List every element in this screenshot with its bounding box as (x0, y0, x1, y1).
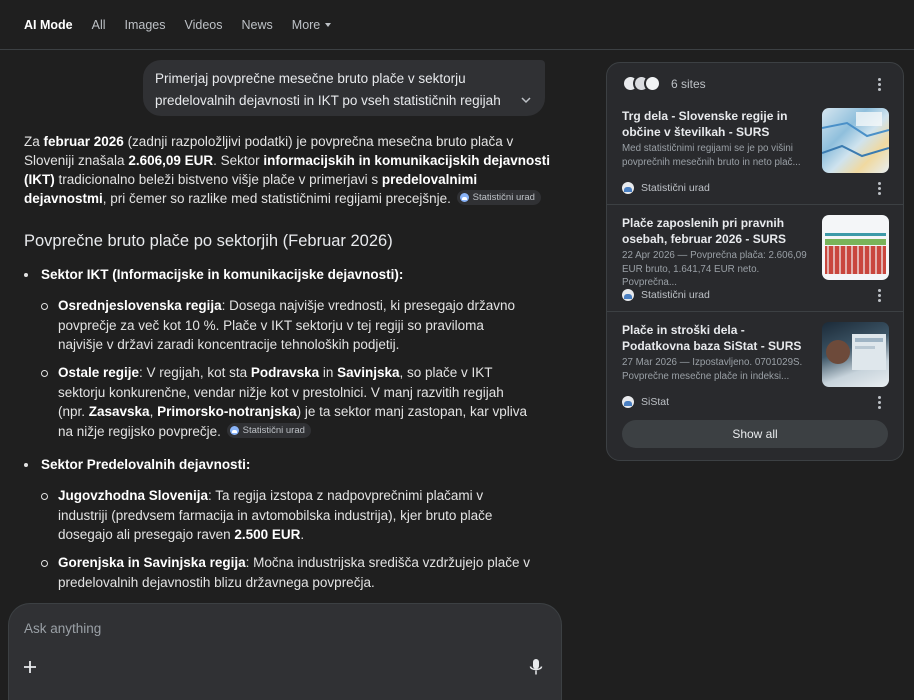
ask-input[interactable]: Ask anything (24, 621, 101, 636)
divider (607, 311, 903, 312)
intro-bold: februar 2026 (43, 134, 124, 149)
item-text: in (319, 365, 338, 380)
tab-images[interactable]: Images (125, 18, 166, 32)
list-item-text: Jugovzhodna Slovenija: Ta regija izstopa… (40, 486, 532, 545)
statistical-office-icon (459, 193, 469, 202)
list-item: Gorenjska in Savinjska regija: Močna ind… (40, 553, 532, 592)
source-name: Statistični urad (641, 182, 710, 194)
map-thumbnail-icon (822, 112, 889, 158)
tab-more[interactable]: More (291, 17, 332, 32)
more-vert-icon[interactable] (877, 182, 881, 196)
site-favicon-icon (644, 75, 661, 92)
query-text: Primerjaj povprečne mesečne bruto plače … (155, 71, 501, 116)
source-card[interactable]: Plače zaposlenih pri pravnih osebah, feb… (607, 215, 905, 323)
region-name: Jugovzhodna Slovenija (58, 488, 209, 503)
mic-icon[interactable] (528, 658, 544, 676)
list-item-text: Osrednjeslovenska regija: Dosega najvišj… (40, 296, 532, 355)
region-name: Podravska (250, 365, 320, 380)
item-text: : V regijah, kot sta (139, 365, 251, 380)
photo-thumbnail-icon (826, 334, 886, 370)
tab-all[interactable]: All (92, 18, 106, 32)
source-thumbnail[interactable] (822, 215, 889, 280)
sites-count: 6 sites (671, 77, 706, 91)
tab-news[interactable]: News (242, 18, 273, 32)
item-text: . (300, 527, 305, 542)
source-name: SiStat (641, 396, 670, 408)
region-name: Zasavska (88, 404, 150, 419)
region-name: Ostale regije (58, 365, 140, 380)
sector-title-text: Sektor Predelovalnih dejavnosti: (41, 457, 251, 472)
intro-text: . Sektor (213, 153, 264, 168)
intro-bold: 2.606,09 EUR (128, 153, 214, 168)
top-nav: AI Mode All Images Videos News More (0, 0, 914, 50)
sources-panel: 6 sites Trg dela - Slovenske regije in o… (606, 62, 904, 461)
list-item: Jugovzhodna Slovenija: Ta regija izstopa… (40, 486, 532, 545)
citation-chip[interactable]: Statistični urad (456, 190, 541, 205)
value-highlight: 2.500 EUR (234, 527, 301, 542)
bar-chart-thumbnail-icon (825, 233, 886, 274)
statistical-office-icon (622, 289, 634, 301)
list-item: Ostale regije: V regijah, kot sta Podrav… (40, 363, 532, 441)
region-name: Gorenjska in Savinjska regija (58, 555, 246, 570)
list-item: Osrednjeslovenska regija: Dosega najvišj… (40, 296, 532, 355)
region-name: Osrednjeslovenska regija (58, 298, 222, 313)
answer-intro: Za februar 2026 (zadnji razpoložljivi po… (24, 132, 554, 208)
intro-text: Za (24, 134, 44, 149)
sistat-icon (622, 396, 634, 408)
tab-videos[interactable]: Videos (185, 18, 223, 32)
source-name: Statistični urad (641, 289, 710, 301)
source-snippet: Med statističnimi regijami se je po viši… (622, 143, 801, 168)
source-title[interactable]: Plače in stroški dela - Podatkovna baza … (622, 322, 810, 354)
statistical-office-icon (229, 425, 239, 435)
sector-manufacturing-title: Sektor Predelovalnih dejavnosti: (24, 455, 250, 474)
plus-icon[interactable] (23, 660, 37, 674)
intro-text: tradicionalno beleži bistveno višje plač… (54, 172, 382, 187)
more-vert-icon[interactable] (877, 289, 881, 303)
tab-more-label: More (291, 17, 321, 32)
citation-chip-label: Statistični urad (472, 192, 535, 203)
source-snippet: 27 Mar 2026 — Izpostavljeno. 0701029S. P… (622, 357, 803, 382)
list-item-text: Ostale regije: V regijah, kot sta Podrav… (40, 363, 532, 441)
show-all-button[interactable]: Show all (622, 420, 888, 448)
intro-text: , pri čemer so razlike med statističnimi… (102, 191, 451, 206)
citation-chip[interactable]: Statistični urad (226, 422, 311, 438)
source-thumbnail[interactable] (822, 322, 889, 387)
statistical-office-icon (622, 182, 634, 194)
chevron-down-icon[interactable] (519, 93, 533, 107)
region-name: Primorsko-notranjska (157, 404, 297, 419)
divider (607, 204, 903, 205)
sector-title-text: Sektor IKT (Informacijske in komunikacij… (41, 267, 404, 282)
source-snippet: 22 Apr 2026 — Povprečna plača: 2.606,09 … (622, 250, 807, 288)
more-vert-icon[interactable] (877, 78, 881, 92)
ask-composer[interactable]: Ask anything (8, 603, 562, 700)
site-favicons (622, 75, 661, 92)
section-heading: Povprečne bruto plače po sektorjih (Febr… (24, 232, 393, 250)
region-name: Savinjska (337, 365, 400, 380)
query-bubble[interactable]: Primerjaj povprečne mesečne bruto plače … (143, 60, 545, 116)
more-vert-icon[interactable] (877, 396, 881, 410)
sector-ikt-title: Sektor IKT (Informacijske in komunikacij… (24, 265, 403, 284)
tab-ai-mode[interactable]: AI Mode (24, 18, 73, 32)
source-card[interactable]: Plače in stroški dela - Podatkovna baza … (607, 322, 905, 430)
source-title[interactable]: Plače zaposlenih pri pravnih osebah, feb… (622, 215, 810, 247)
source-title[interactable]: Trg dela - Slovenske regije in občine v … (622, 108, 810, 140)
item-text: , (149, 404, 158, 419)
caret-down-icon (325, 22, 332, 27)
list-item-text: Gorenjska in Savinjska regija: Močna ind… (40, 553, 532, 592)
source-thumbnail[interactable] (822, 108, 889, 173)
source-card[interactable]: Trg dela - Slovenske regije in občine v … (607, 108, 905, 216)
citation-chip-label: Statistični urad (242, 424, 305, 436)
